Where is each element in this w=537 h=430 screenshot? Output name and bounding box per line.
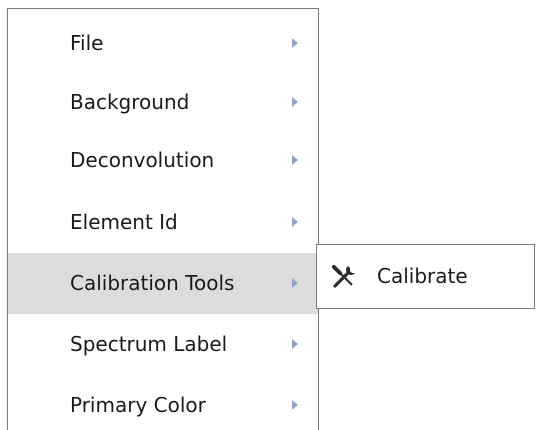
submenu-arrow-icon bbox=[292, 38, 298, 48]
menu-item-element-id[interactable]: Element Id bbox=[8, 192, 318, 253]
menu-item-label: Background bbox=[70, 90, 190, 114]
menu-item-label: Spectrum Label bbox=[70, 332, 228, 356]
menu-item-label: File bbox=[70, 31, 104, 55]
submenu-arrow-icon bbox=[292, 155, 298, 165]
screen: File Background Deconvolution Element Id… bbox=[0, 0, 537, 430]
submenu-item-label: Calibrate bbox=[377, 264, 468, 288]
menu-item-label: Primary Color bbox=[70, 393, 206, 417]
context-menu: File Background Deconvolution Element Id… bbox=[7, 8, 319, 430]
menu-item-background[interactable]: Background bbox=[8, 72, 318, 133]
submenu-arrow-icon bbox=[292, 400, 298, 410]
calibration-tools-submenu: Calibrate bbox=[316, 244, 535, 309]
menu-item-label: Element Id bbox=[70, 210, 178, 234]
menu-item-file[interactable]: File bbox=[8, 13, 318, 74]
menu-item-label: Deconvolution bbox=[70, 148, 215, 172]
menu-item-calibration-tools[interactable]: Calibration Tools bbox=[8, 253, 318, 314]
submenu-arrow-icon bbox=[292, 278, 298, 288]
tools-icon bbox=[331, 264, 357, 290]
menu-item-primary-color[interactable]: Primary Color bbox=[8, 375, 318, 430]
menu-item-calibrate[interactable]: Calibrate bbox=[317, 245, 534, 308]
menu-item-deconvolution[interactable]: Deconvolution bbox=[8, 130, 318, 191]
submenu-arrow-icon bbox=[292, 217, 298, 227]
menu-item-label: Calibration Tools bbox=[70, 271, 235, 295]
menu-item-spectrum-label[interactable]: Spectrum Label bbox=[8, 314, 318, 375]
submenu-arrow-icon bbox=[292, 339, 298, 349]
submenu-arrow-icon bbox=[292, 97, 298, 107]
